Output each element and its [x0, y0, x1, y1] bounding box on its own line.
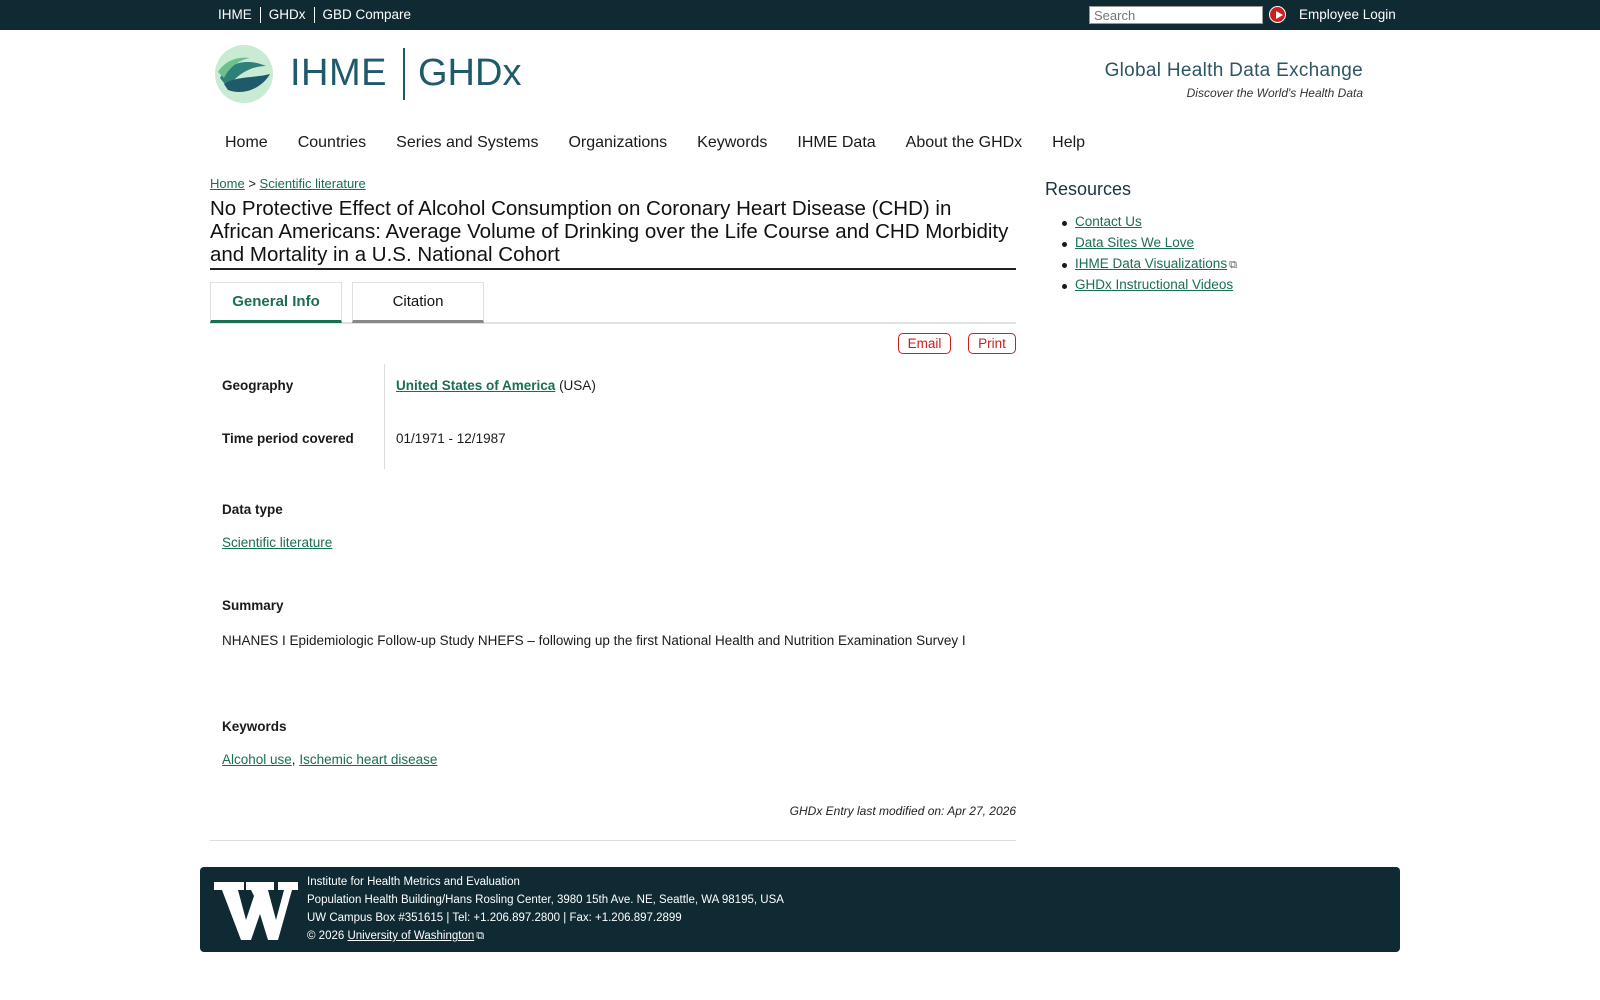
footer-contact: UW Campus Box #351615 | Tel: +1.206.897.…	[307, 912, 682, 924]
keyword-ischemic-heart-disease[interactable]: Ischemic heart disease	[299, 752, 437, 767]
top-bar: IHME GHDx GBD Compare Employee Login	[0, 0, 1600, 30]
resource-item: Contact Us	[1045, 214, 1237, 235]
ihme-leaf-logo-icon[interactable]	[214, 44, 274, 104]
employee-login-link[interactable]: Employee Login	[1299, 7, 1396, 22]
external-link-icon: ⧉	[476, 930, 485, 942]
footer-address: Population Health Building/Hans Rosling …	[307, 894, 784, 906]
logo-divider	[403, 48, 405, 100]
footer-copyright-line: © 2026 University of Washington ⧉	[307, 927, 784, 945]
footer: Institute for Health Metrics and Evaluat…	[200, 867, 1400, 952]
nav-item-countries[interactable]: Countries	[283, 134, 381, 152]
geography-value: United States of America (USA)	[396, 378, 596, 393]
last-modified-text: GHDx Entry last modified on: Apr 27, 202…	[789, 804, 1016, 818]
logo-ihme-text[interactable]: IHME	[290, 52, 387, 95]
summary-value: NHANES I Epidemiologic Follow-up Study N…	[222, 633, 966, 648]
content-bottom-divider	[210, 840, 1016, 841]
resource-item: IHME Data Visualizations ⧉	[1045, 256, 1237, 277]
email-button[interactable]: Email	[898, 333, 951, 354]
tab-general-info[interactable]: General Info	[210, 282, 342, 323]
resource-link-data-sites[interactable]: Data Sites We Love	[1075, 235, 1194, 250]
nav-item-ihme-data[interactable]: IHME Data	[782, 134, 890, 152]
top-link-ghdx[interactable]: GHDx	[261, 7, 314, 23]
nav-item-home[interactable]: Home	[210, 134, 283, 152]
keyword-alcohol-use[interactable]: Alcohol use	[222, 752, 292, 767]
detail-column-divider	[384, 364, 385, 469]
site-subtagline: Discover the World's Health Data	[1186, 86, 1363, 100]
breadcrumb-home[interactable]: Home	[210, 176, 245, 191]
time-period-label: Time period covered	[222, 431, 354, 446]
summary-label: Summary	[222, 598, 284, 613]
data-type-link[interactable]: Scientific literature	[222, 535, 332, 550]
resource-link-ihme-visualizations[interactable]: IHME Data Visualizations	[1075, 256, 1227, 271]
top-links: IHME GHDx GBD Compare	[210, 7, 419, 23]
print-button[interactable]: Print	[968, 333, 1016, 354]
breadcrumb-separator: >	[248, 176, 256, 191]
keyword-separator: ,	[291, 752, 296, 767]
resources-list: Contact Us Data Sites We Love IHME Data …	[1045, 214, 1237, 298]
main-nav: Home Countries Series and Systems Organi…	[210, 134, 1100, 152]
geography-link[interactable]: United States of America	[396, 378, 555, 393]
tab-citation[interactable]: Citation	[352, 282, 484, 323]
resources-title: Resources	[1045, 179, 1132, 199]
nav-item-organizations[interactable]: Organizations	[553, 134, 682, 152]
geography-label: Geography	[222, 378, 294, 393]
resource-item: GHDx Instructional Videos	[1045, 277, 1237, 298]
keywords-label: Keywords	[222, 719, 287, 734]
data-type-label: Data type	[222, 502, 283, 517]
search-input[interactable]	[1089, 6, 1263, 24]
footer-institute: Institute for Health Metrics and Evaluat…	[307, 876, 520, 888]
footer-uw-link[interactable]: University of Washington	[347, 930, 474, 942]
nav-item-series-and-systems[interactable]: Series and Systems	[381, 134, 553, 152]
geography-code: (USA)	[559, 378, 596, 393]
keywords-list: Alcohol use, Ischemic heart disease	[222, 752, 437, 767]
breadcrumb-section[interactable]: Scientific literature	[260, 176, 366, 191]
site-tagline: Global Health Data Exchange	[1104, 60, 1363, 81]
resource-link-contact-us[interactable]: Contact Us	[1075, 214, 1142, 229]
external-link-icon: ⧉	[1229, 259, 1237, 271]
nav-item-help[interactable]: Help	[1037, 134, 1100, 152]
footer-text: Institute for Health Metrics and Evaluat…	[307, 873, 784, 945]
logo-ghdx-text[interactable]: GHDx	[418, 52, 521, 95]
page-title: No Protective Effect of Alcohol Consumpt…	[210, 197, 1016, 270]
uw-w-logo-icon[interactable]	[214, 874, 298, 944]
time-period-value: 01/1971 - 12/1987	[396, 431, 506, 446]
resource-link-instructional-videos[interactable]: GHDx Instructional Videos	[1075, 277, 1233, 292]
nav-item-keywords[interactable]: Keywords	[682, 134, 782, 152]
search-go-icon[interactable]	[1269, 6, 1286, 23]
nav-item-about[interactable]: About the GHDx	[891, 134, 1038, 152]
breadcrumb: Home > Scientific literature	[210, 176, 366, 191]
top-link-gbd-compare[interactable]: GBD Compare	[315, 7, 420, 23]
resource-item: Data Sites We Love	[1045, 235, 1237, 256]
top-link-ihme[interactable]: IHME	[210, 7, 260, 23]
footer-copyright: © 2026	[307, 930, 345, 942]
